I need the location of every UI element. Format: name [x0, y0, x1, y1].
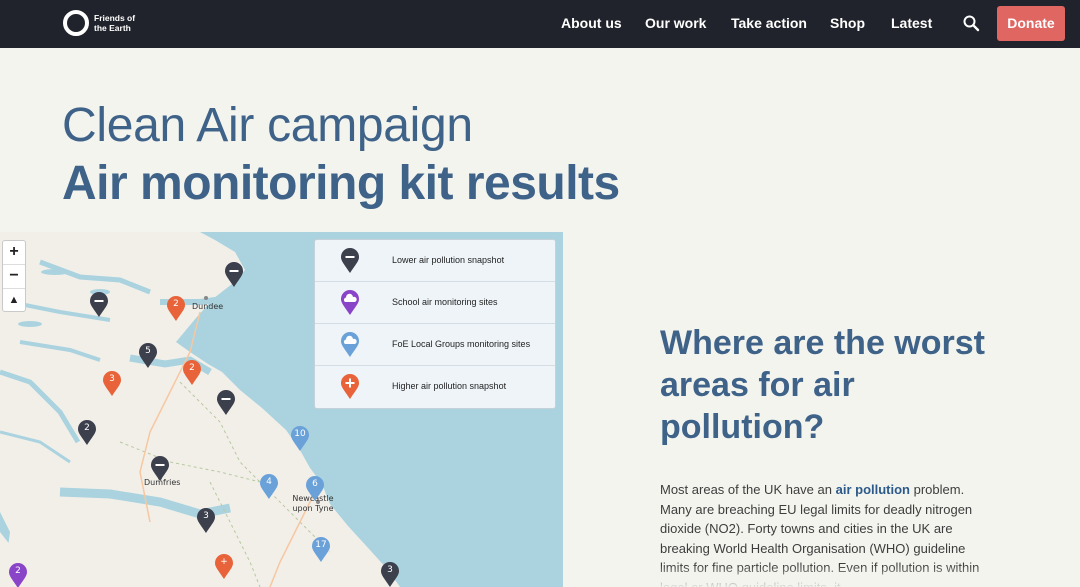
nav-shop[interactable]: Shop: [830, 0, 865, 48]
map-marker-lower[interactable]: [150, 456, 170, 482]
map-legend: Lower air pollution snapshot School air …: [314, 239, 556, 409]
map-marker-lower[interactable]: [224, 262, 244, 288]
reset-north-button[interactable]: ▲: [3, 289, 25, 313]
search-icon[interactable]: [962, 14, 980, 32]
map-marker-group[interactable]: 4: [259, 474, 279, 500]
air-pollution-link[interactable]: air pollution: [836, 482, 910, 497]
map-marker-higher[interactable]: 2: [182, 360, 202, 386]
map-marker-higher[interactable]: 3: [102, 371, 122, 397]
map-marker-lower[interactable]: 5: [138, 343, 158, 369]
nav-take-action[interactable]: Take action: [731, 0, 807, 48]
donate-button[interactable]: Donate: [997, 6, 1065, 41]
legend-item-group: FoE Local Groups monitoring sites: [315, 324, 555, 366]
plus-icon: [341, 374, 359, 399]
scroll-fade: [600, 565, 1080, 587]
nav-our-work[interactable]: Our work: [645, 0, 706, 48]
zoom-in-button[interactable]: +: [3, 241, 25, 265]
top-navigation-bar: Friends of the Earth About us Our work T…: [0, 0, 1080, 48]
map-marker-higher[interactable]: +: [214, 554, 234, 580]
site-logo[interactable]: Friends of the Earth: [63, 10, 144, 36]
map-marker-higher[interactable]: 2: [166, 296, 186, 322]
map-zoom-controls: + − ▲: [2, 240, 26, 312]
zoom-out-button[interactable]: −: [3, 265, 25, 289]
page-title-results: Air monitoring kit results: [62, 157, 620, 210]
cloud-icon: [341, 332, 359, 357]
nav-latest[interactable]: Latest: [891, 0, 932, 48]
intro-text-start: Most areas of the UK have an: [660, 482, 836, 497]
map-label-dundee: Dundee: [192, 302, 224, 311]
map-marker-lower[interactable]: 3: [380, 562, 400, 587]
minus-icon: [341, 248, 359, 273]
legend-item-higher: Higher air pollution snapshot: [315, 366, 555, 408]
legend-item-school: School air monitoring sites: [315, 282, 555, 324]
section-heading: Where are the worst areas for air pollut…: [660, 324, 985, 446]
map-marker-school[interactable]: 2: [8, 563, 28, 587]
map-marker-lower[interactable]: [89, 292, 109, 318]
nav-about-us[interactable]: About us: [561, 0, 622, 48]
map-marker-lower[interactable]: [216, 390, 236, 416]
logo-ring-icon: [63, 10, 89, 36]
cloud-icon: [341, 290, 359, 315]
page-title-campaign: Clean Air campaign: [62, 99, 473, 152]
map-marker-lower[interactable]: 2: [77, 420, 97, 446]
map-marker-lower[interactable]: 3: [196, 508, 216, 534]
map-marker-group[interactable]: 10: [290, 426, 310, 452]
logo-text: Friends of the Earth: [94, 13, 136, 33]
map-marker-group[interactable]: 6: [305, 476, 325, 502]
legend-item-lower: Lower air pollution snapshot: [315, 240, 555, 282]
map-marker-group[interactable]: 17: [311, 537, 331, 563]
